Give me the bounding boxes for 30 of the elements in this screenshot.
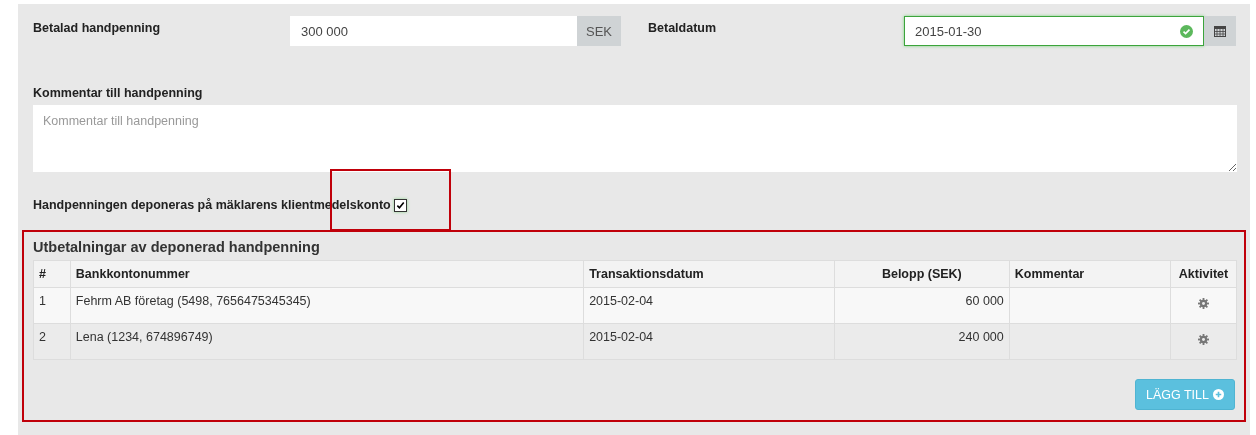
checkbox[interactable] — [393, 198, 407, 212]
column-header: Aktivitet — [1170, 260, 1237, 288]
column-header: Belopp (SEK) — [834, 260, 1010, 288]
calendar-icon — [1214, 25, 1226, 37]
field-label: Betalad handpenning — [33, 20, 162, 35]
table-cell: 2015-02-04 — [583, 323, 835, 360]
table-cell: 1 — [33, 287, 71, 324]
plus-icon — [1213, 389, 1224, 400]
settings-button[interactable] — [1198, 298, 1209, 309]
settings-icon — [1198, 334, 1209, 345]
table-cell: 60 000 — [834, 287, 1010, 324]
settings-button[interactable] — [1198, 334, 1209, 345]
currency-addon: SEK — [577, 16, 621, 46]
table-cell: 2015-02-04 — [583, 287, 835, 324]
table-cell: 2 — [33, 323, 71, 360]
column-header: # — [33, 260, 71, 288]
column-header: Bankkontonummer — [70, 260, 584, 288]
field-label: Betaldatum — [648, 20, 718, 35]
table-cell: 240 000 — [834, 323, 1010, 360]
comment-field[interactable]: Kommentar till handpenning — [33, 105, 1237, 172]
amount-field[interactable]: 300 000 — [290, 16, 577, 46]
section-title: Utbetalningar av deponerad handpenning — [33, 238, 321, 257]
table-cell: Fehrm AB företag (5498, 7656475345345) — [70, 287, 584, 324]
column-header: Kommentar — [1009, 260, 1171, 288]
column-header: Transaktionsdatum — [583, 260, 835, 288]
date-field[interactable]: 2015-01-30 — [904, 16, 1204, 46]
calendar-button[interactable] — [1204, 16, 1236, 46]
settings-icon — [1198, 298, 1209, 309]
field-label: Kommentar till handpenning — [33, 86, 204, 100]
table-cell: Lena (1234, 674896749) — [70, 323, 584, 360]
